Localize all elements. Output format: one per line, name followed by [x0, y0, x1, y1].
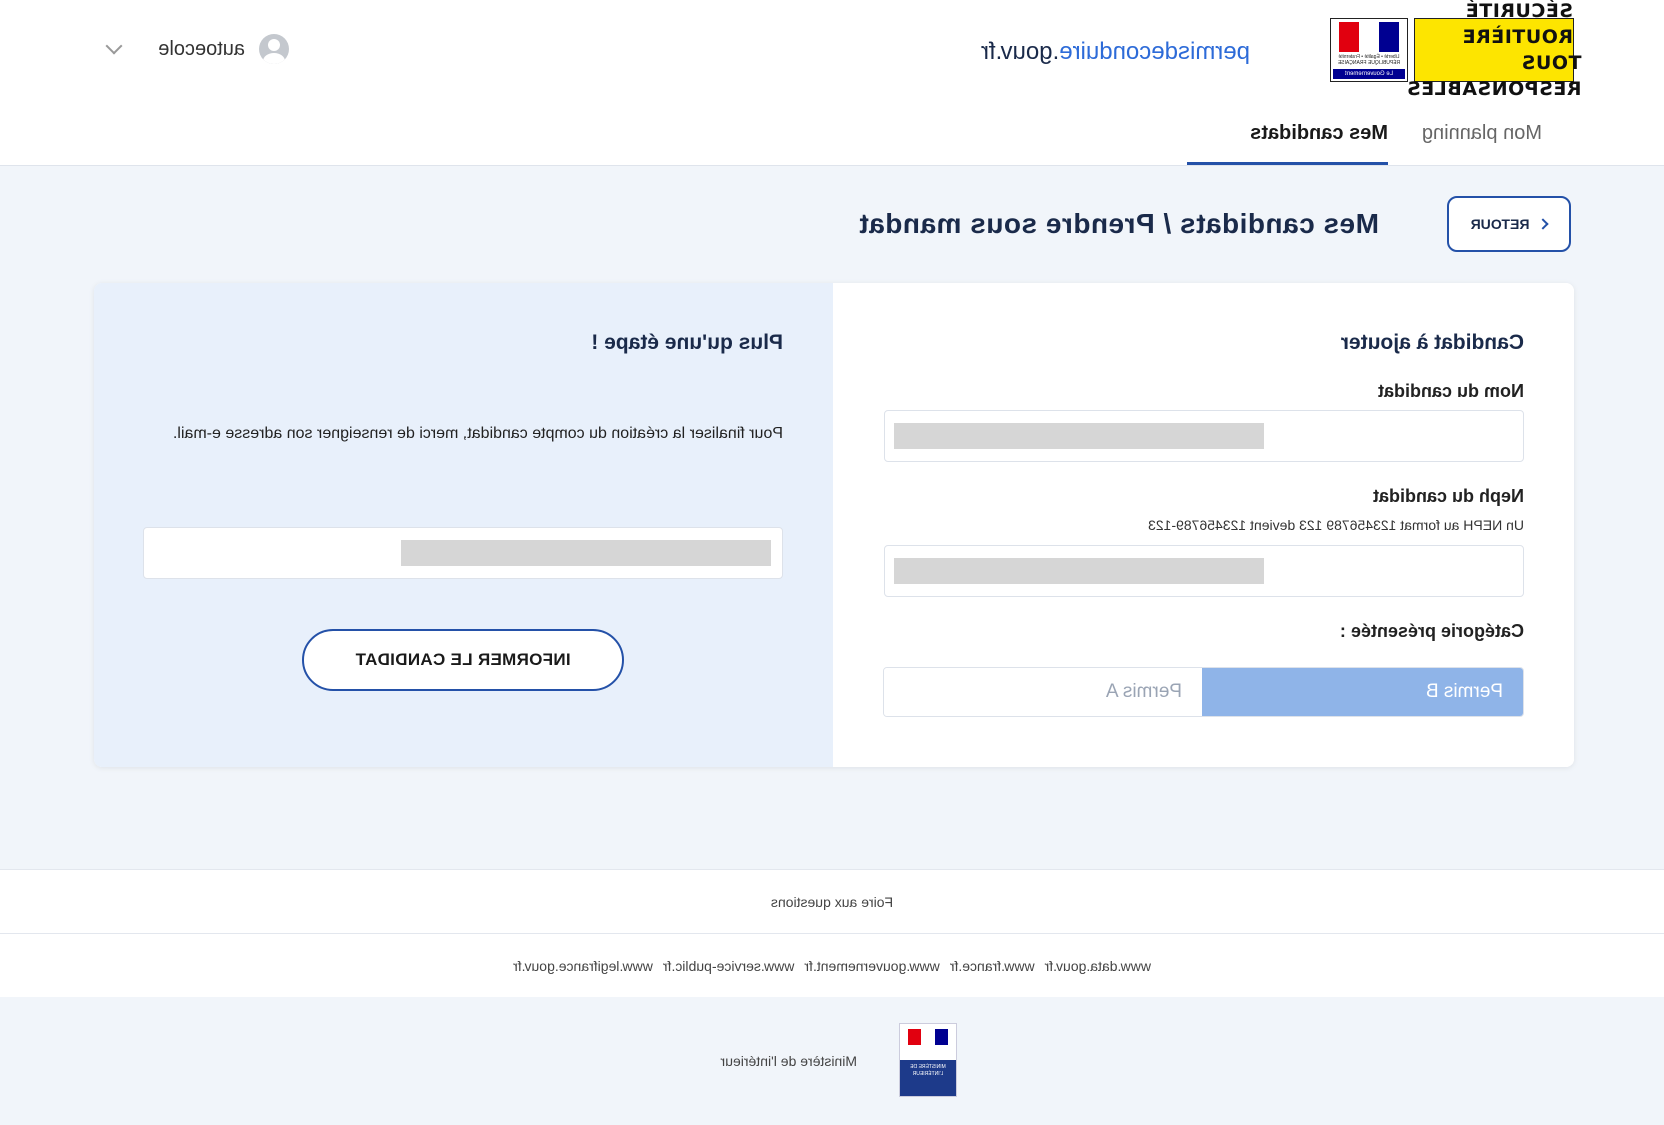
redacted-value	[894, 423, 1264, 449]
candidate-section-title: Candidat à ajouter	[1340, 331, 1524, 354]
neph-label: Neph du candidat	[1372, 486, 1524, 506]
nav-tabs: Mon planning Mes candidats	[0, 100, 1664, 166]
ministry-name: Ministère de l'intérieur	[720, 1053, 857, 1069]
marianne-mini-icon	[908, 1029, 948, 1045]
footer-ministry: MINISTÈRE DE L'INTÉRIEUR Ministère de l'…	[0, 997, 1664, 1125]
user-name: autoecole	[158, 37, 245, 60]
tab-mon-planning[interactable]: Mon planning	[1422, 122, 1542, 145]
site-name-accent: permisdeconduire	[1059, 38, 1250, 65]
candidate-form-panel: Candidat à ajouter Nom du candidat Neph …	[833, 283, 1574, 767]
rf-band: Le Gouvernement	[1333, 69, 1405, 79]
footer-faq-row: Foire aux questions	[0, 869, 1664, 933]
mandate-card: Candidat à ajouter Nom du candidat Neph …	[94, 283, 1574, 767]
toggle-permis-a-label: Permis A	[1105, 681, 1182, 702]
user-menu[interactable]: autoecole	[105, 34, 289, 64]
site-name-domain: .gouv.fr	[980, 38, 1060, 65]
nom-label: Nom du candidat	[1377, 381, 1524, 401]
toggle-permis-b-label: Permis B	[1425, 681, 1503, 702]
ministry-logo-band: MINISTÈRE DE L'INTÉRIEUR	[900, 1060, 956, 1096]
back-button-label: RETOUR	[1470, 216, 1530, 232]
page-title: Mes candidats / Prendre sous mandat	[858, 208, 1379, 239]
neph-hint: Un NEPH au format 123456789 123 devient …	[1148, 517, 1524, 533]
securite-routiere-logo: SÉCURITÉ ROUTIÈRE TOUS RESPONSABLES	[1407, 0, 1582, 100]
nom-input[interactable]	[884, 410, 1524, 462]
ministere-interieur-logo: MINISTÈRE DE L'INTÉRIEUR	[899, 1023, 957, 1097]
header: SÉCURITÉ ROUTIÈRE TOUS RESPONSABLES Libe…	[0, 0, 1664, 100]
main-content: RETOUR Mes candidats / Prendre sous mand…	[0, 166, 1664, 869]
link-data-gouv[interactable]: www.data.gouv.fr	[1045, 958, 1151, 974]
category-toggle[interactable]: Permis B Permis A	[883, 667, 1524, 717]
chevron-down-icon[interactable]	[105, 37, 123, 55]
logo-group[interactable]: SÉCURITÉ ROUTIÈRE TOUS RESPONSABLES Libe…	[1330, 0, 1582, 100]
email-info-text: Pour finaliser la création du compte can…	[172, 425, 783, 442]
inform-candidate-button[interactable]: INFORMER LE CANDIDAT	[302, 629, 624, 691]
faq-link[interactable]: Foire aux questions	[771, 894, 893, 910]
email-section-title: Plus qu'une étape !	[591, 331, 783, 354]
site-name[interactable]: permisdeconduire.gouv.fr	[981, 38, 1250, 66]
link-legifrance[interactable]: www.legifrance.gouv.fr	[513, 958, 653, 974]
page-root: SÉCURITÉ ROUTIÈRE TOUS RESPONSABLES Libe…	[0, 0, 1664, 1125]
marianne-flag-icon	[1339, 22, 1399, 52]
tab-mes-candidats[interactable]: Mes candidats	[1250, 122, 1388, 145]
chevron-left-icon	[1537, 218, 1550, 230]
link-service-public[interactable]: www.service-public.fr	[663, 958, 794, 974]
link-france[interactable]: www.france.fr	[950, 958, 1035, 974]
link-gouvernement[interactable]: www.gouvernement.fr	[804, 958, 939, 974]
logo-sr-line1: SÉCURITÉ ROUTIÈRE	[1462, 0, 1573, 48]
republique-francaise-logo: Liberté • Égalité • Fraternité RÉPUBLIQU…	[1330, 18, 1408, 82]
categorie-label: Catégorie présentée :	[1339, 621, 1524, 641]
active-tab-indicator	[1187, 162, 1388, 165]
avatar-icon	[259, 34, 289, 64]
rf-motto: Liberté • Égalité • Fraternité RÉPUBLIQU…	[1337, 54, 1401, 66]
email-panel: Plus qu'une étape ! Pour finaliser la cr…	[94, 283, 833, 767]
redacted-value	[401, 540, 771, 566]
toggle-permis-a[interactable]: Permis A	[883, 668, 1202, 716]
logo-sr-line2: TOUS RESPONSABLES	[1406, 52, 1582, 100]
toggle-permis-b[interactable]: Permis B	[1202, 668, 1523, 716]
redacted-value	[894, 558, 1264, 584]
email-input[interactable]	[143, 527, 783, 579]
footer-links-row: www.data.gouv.fr www.france.fr www.gouve…	[0, 933, 1664, 997]
back-button[interactable]: RETOUR	[1447, 196, 1571, 252]
neph-input[interactable]	[884, 545, 1524, 597]
